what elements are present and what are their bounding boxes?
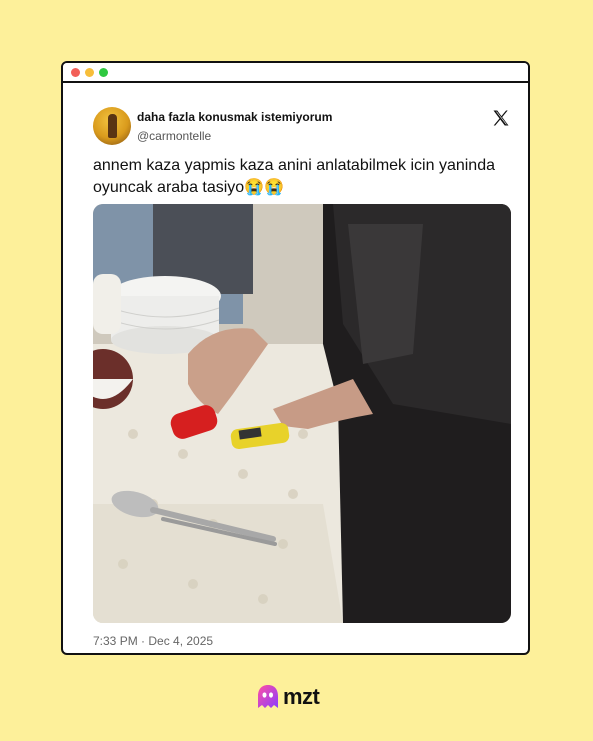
ghost-icon <box>258 685 278 708</box>
photo-illustration <box>93 204 511 623</box>
window-titlebar <box>63 63 528 83</box>
tweet-photo[interactable] <box>93 204 511 623</box>
user-handle[interactable]: @carmontelle <box>137 129 211 143</box>
display-name[interactable]: daha fazla konusmak istemiyorum <box>137 110 332 124</box>
maximize-window-button[interactable] <box>99 67 108 77</box>
browser-window: daha fazla konusmak istemiyorum @carmont… <box>61 61 530 655</box>
minimize-window-button[interactable] <box>85 67 94 77</box>
tweet-text: annem kaza yapmis kaza anini anlatabilme… <box>93 157 495 196</box>
avatar[interactable] <box>93 107 131 145</box>
brand-logo: mzt <box>256 683 320 711</box>
tweet-timestamp[interactable]: 7:33 PM · Dec 4, 2025 <box>93 634 213 648</box>
page-background: { "window": { "controls": ["close", "min… <box>0 0 593 741</box>
x-logo-icon[interactable] <box>491 108 511 128</box>
avatar-figure <box>108 114 117 138</box>
close-window-button[interactable] <box>71 67 80 77</box>
brand-name: mzt <box>283 684 320 709</box>
